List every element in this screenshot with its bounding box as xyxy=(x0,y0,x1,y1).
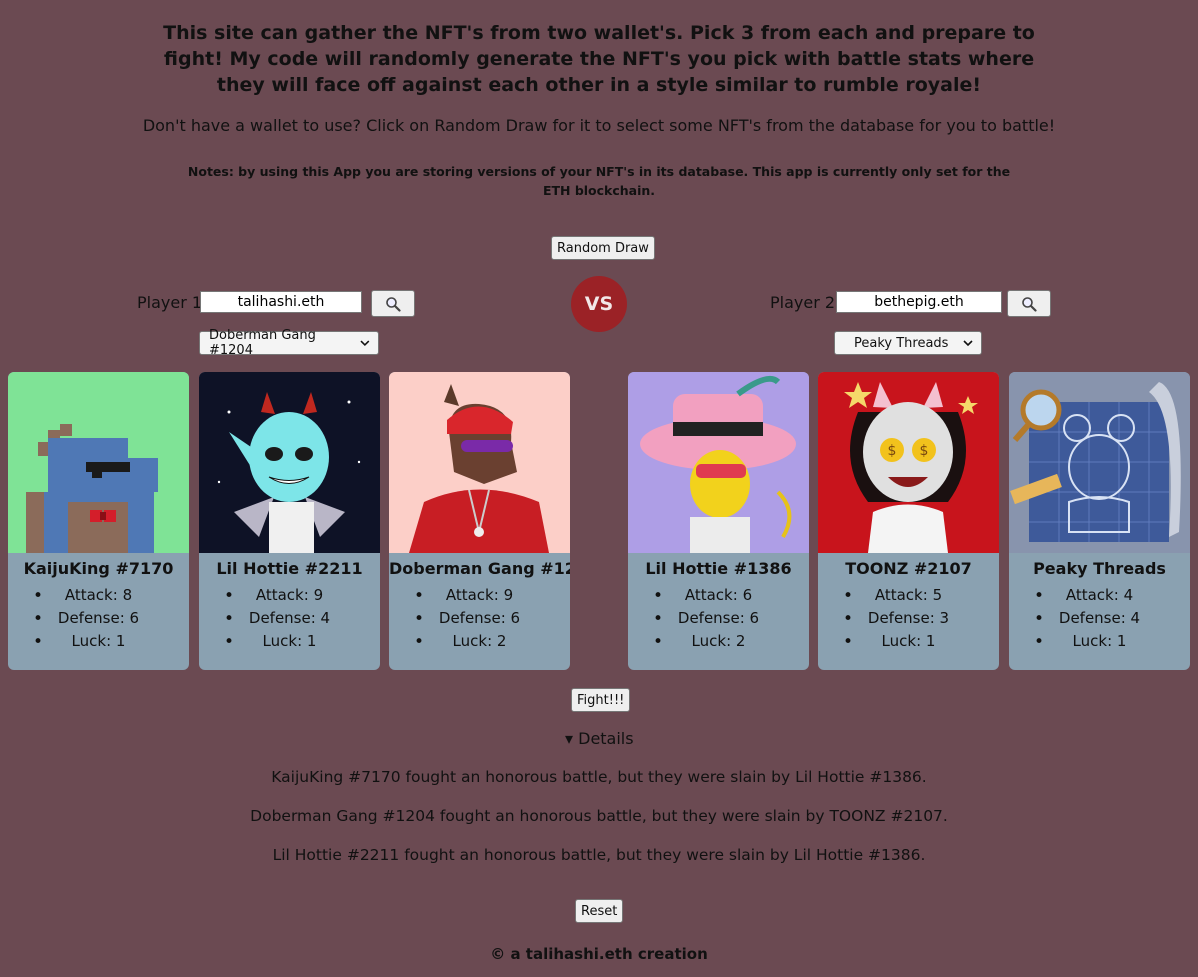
card-title: TOONZ #2107 xyxy=(845,559,972,578)
stat-luck: Luck: 2 xyxy=(389,632,570,655)
card-title: Lil Hottie #2211 xyxy=(216,559,363,578)
fight-button[interactable]: Fight!!! xyxy=(571,688,631,712)
card-stats: Attack: 6 Defense: 6 Luck: 2 xyxy=(628,586,809,655)
nft-card[interactable]: KaijuKing #7170 Attack: 8 Defense: 6 Luc… xyxy=(8,372,189,670)
nft-image-kaiju xyxy=(8,372,189,553)
player2-collection-value: Peaky Threads xyxy=(854,335,949,351)
stat-defense: Defense: 4 xyxy=(1009,609,1190,632)
card-title: Peaky Threads xyxy=(1033,559,1166,578)
intro-subline: Don't have a wallet to use? Click on Ran… xyxy=(142,116,1056,135)
nft-card[interactable]: Lil Hottie #1386 Attack: 6 Defense: 6 Lu… xyxy=(628,372,809,670)
stat-luck: Luck: 1 xyxy=(199,632,380,655)
nft-image-toonz: $ $ xyxy=(818,372,999,553)
stat-luck: Luck: 2 xyxy=(628,632,809,655)
search-icon xyxy=(386,296,401,312)
battle-log-entry: Doberman Gang #1204 fought an honorous b… xyxy=(250,807,948,825)
stat-luck: Luck: 1 xyxy=(8,632,189,655)
stat-attack: Attack: 6 xyxy=(628,586,809,609)
card-title: KaijuKing #7170 xyxy=(23,559,174,578)
random-draw-button[interactable]: Random Draw xyxy=(551,236,655,260)
battle-log-entry: KaijuKing #7170 fought an honorous battl… xyxy=(271,768,927,786)
card-stats: Attack: 4 Defense: 4 Luck: 1 xyxy=(1009,586,1190,655)
player1-collection-value: Doberman Gang #1204 xyxy=(209,328,316,358)
nft-image-lil-hottie-pink-hat xyxy=(628,372,809,553)
intro-notes: Notes: by using this App you are storing… xyxy=(187,164,1011,198)
stat-attack: Attack: 4 xyxy=(1009,586,1190,609)
footer-credit: © a talihashi.eth creation xyxy=(490,945,708,963)
vs-badge: VS xyxy=(571,276,627,332)
nft-image-lil-hottie xyxy=(199,372,380,553)
card-stats: Attack: 8 Defense: 6 Luck: 1 xyxy=(8,586,189,655)
stat-defense: Defense: 6 xyxy=(8,609,189,632)
stat-attack: Attack: 5 xyxy=(818,586,999,609)
stat-luck: Luck: 1 xyxy=(818,632,999,655)
player1-address-input[interactable] xyxy=(200,291,362,313)
chevron-down-icon xyxy=(963,340,973,347)
search-icon xyxy=(1022,296,1037,312)
stat-defense: Defense: 4 xyxy=(199,609,380,632)
player1-search-button[interactable] xyxy=(371,290,415,317)
player1-collection-select[interactable]: Doberman Gang #1204 xyxy=(199,328,379,358)
player2-label: Player 2 xyxy=(770,293,836,312)
card-stats: Attack: 9 Defense: 6 Luck: 2 xyxy=(389,586,570,655)
card-title: Lil Hottie #1386 xyxy=(645,559,792,578)
chevron-down-icon xyxy=(360,340,370,347)
stat-attack: Attack: 9 xyxy=(199,586,380,609)
intro-headline: This site can gather the NFT's from two … xyxy=(163,22,1035,96)
player2-search-button[interactable] xyxy=(1007,290,1051,317)
nft-card[interactable]: Peaky Threads Attack: 4 Defense: 4 Luck:… xyxy=(1009,372,1190,670)
svg-text:$: $ xyxy=(888,443,897,459)
reset-button[interactable]: Reset xyxy=(575,899,624,923)
stat-luck: Luck: 1 xyxy=(1009,632,1190,655)
stat-defense: Defense: 6 xyxy=(628,609,809,632)
card-stats: Attack: 5 Defense: 3 Luck: 1 xyxy=(818,586,999,655)
stat-defense: Defense: 3 xyxy=(818,609,999,632)
player1-label: Player 1 xyxy=(137,293,203,312)
stat-attack: Attack: 9 xyxy=(389,586,570,609)
nft-image-doberman xyxy=(389,372,570,553)
stat-defense: Defense: 6 xyxy=(389,609,570,632)
nft-card[interactable]: Doberman Gang #1204 Attack: 9 Defense: 6… xyxy=(389,372,570,670)
battle-log-entry: Lil Hottie #2211 fought an honorous batt… xyxy=(272,846,926,864)
card-title: Doberman Gang #1204 xyxy=(389,559,570,578)
nft-image-peaky-threads xyxy=(1009,372,1190,553)
player2-collection-select[interactable]: Peaky Threads xyxy=(834,331,982,355)
player2-address-input[interactable] xyxy=(836,291,1002,313)
svg-text:$: $ xyxy=(920,443,929,459)
nft-card[interactable]: $ $ TOONZ #2107 Attack: 5 Defense: 3 Luc… xyxy=(818,372,999,670)
card-stats: Attack: 9 Defense: 4 Luck: 1 xyxy=(199,586,380,655)
nft-card[interactable]: Lil Hottie #2211 Attack: 9 Defense: 4 Lu… xyxy=(199,372,380,670)
stat-attack: Attack: 8 xyxy=(8,586,189,609)
details-toggle[interactable]: ▾ Details xyxy=(565,729,634,748)
